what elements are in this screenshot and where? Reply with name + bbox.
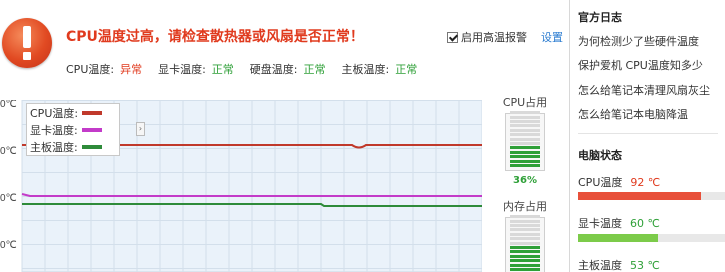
pc-gpu-bar-fill: [578, 234, 658, 242]
cpu-status-label: CPU温度:: [66, 63, 115, 76]
memory-usage-meter: [505, 215, 545, 272]
pc-cpu-bar-fill: [578, 192, 701, 200]
pc-cpu-value: 92 ℃: [630, 176, 661, 189]
main-panel: CPU温度过高，请检查散热器或风扇是否正常！ 启用高温报警 设置 CPU温度: …: [0, 0, 569, 272]
gauge-segment: [510, 250, 540, 254]
gauge-segment: [510, 246, 540, 249]
pc-board-label: 主板温度: [578, 259, 622, 272]
chart-legend: CPU温度: 显卡温度: 主板温度: ›: [26, 103, 145, 156]
gauge-segment: [510, 150, 540, 154]
cpu-status-value: 异常: [120, 63, 143, 76]
log-link-4[interactable]: 怎么给笔记本电脑降温: [578, 106, 688, 122]
pc-gpu-row: 显卡温度 60 ℃: [578, 215, 660, 231]
gauge-segment: [510, 241, 540, 245]
disk-status-value: 正常: [303, 63, 326, 76]
high-temp-alarm-toggle[interactable]: 启用高温报警: [447, 29, 527, 45]
gauge-segment: [510, 155, 540, 159]
cpu-usage-meter: [505, 111, 545, 171]
legend-board-swatch: [81, 144, 102, 149]
legend-gpu-label: 显卡温度:: [30, 123, 78, 137]
pc-gpu-bar: [578, 234, 725, 242]
legend-cpu: CPU温度:: [27, 104, 119, 121]
legend-board: 主板温度:: [27, 138, 119, 155]
pc-cpu-row: CPU温度 92 ℃: [578, 174, 660, 190]
cpu-usage-gauge: CPU占用 36%: [488, 94, 562, 196]
cpu-usage-percent: 36%: [513, 175, 537, 186]
alarm-checkbox[interactable]: [447, 31, 458, 43]
y-tick-label: 0℃: [0, 100, 17, 110]
settings-link[interactable]: 设置: [541, 29, 563, 45]
gauge-segment: [510, 142, 540, 145]
gauge-segment: [510, 164, 540, 167]
gauge-segment: [510, 219, 540, 223]
legend-cpu-swatch: [82, 110, 103, 115]
gauge-segment: [510, 115, 540, 119]
gauge-segment: [510, 237, 540, 241]
gauge-segment: [510, 215, 540, 219]
gauge-segment: [510, 137, 540, 141]
legend-board-label: 主板温度:: [30, 140, 78, 154]
alarm-label: 启用高温报警: [461, 31, 527, 44]
pc-board-value: 53 ℃: [630, 259, 660, 272]
pc-gpu-value: 60 ℃: [630, 217, 660, 230]
board-status-value: 正常: [395, 63, 418, 76]
gauge-segment: [510, 259, 540, 263]
legend-collapse-icon[interactable]: ›: [136, 122, 145, 136]
memory-usage-gauge: 内存占用: [488, 196, 562, 272]
gauge-segment: [510, 232, 540, 236]
gauge-segment: [510, 228, 540, 232]
gauge-segment: [510, 224, 540, 227]
gpu-status-value: 正常: [211, 63, 234, 76]
pc-cpu-label: CPU温度: [578, 176, 623, 189]
pc-gpu-label: 显卡温度: [578, 217, 622, 230]
legend-gpu-swatch: [81, 127, 102, 132]
gauge-segment: [510, 111, 540, 115]
alert-headline: CPU温度过高，请检查散热器或风扇是否正常！: [66, 29, 364, 45]
cpu-usage-title: CPU占用: [502, 96, 548, 109]
sidebar-divider: [578, 133, 718, 134]
log-title: 官方日志: [578, 11, 622, 24]
gauge-segment: [510, 159, 540, 163]
legend-cpu-label: CPU温度:: [30, 106, 79, 120]
log-link-1[interactable]: 为何检测少了些硬件温度: [578, 33, 699, 49]
y-tick-label: 0℃: [0, 240, 17, 251]
pc-status-title: 电脑状态: [578, 149, 622, 162]
gauge-segment: [510, 254, 540, 258]
gauge-segment: [510, 128, 540, 132]
status-row: CPU温度: 异常 显卡温度: 正常 硬盘温度: 正常 主板温度: 正常: [66, 61, 433, 77]
gauge-segment: [510, 133, 540, 137]
memory-usage-title: 内存占用: [503, 200, 547, 213]
pc-board-row: 主板温度 53 ℃: [578, 257, 660, 272]
gauge-segment: [510, 268, 540, 271]
gpu-status-label: 显卡温度:: [158, 63, 206, 76]
log-link-3[interactable]: 怎么给笔记本清理风扇灰尘: [578, 82, 710, 98]
pc-cpu-bar: [578, 192, 725, 200]
sidebar: 官方日志 为何检测少了些硬件温度 保护爱机 CPU温度知多少 怎么给笔记本清理风…: [569, 0, 725, 272]
gauge-segment: [510, 124, 540, 128]
y-tick-label: 0℃: [0, 193, 17, 204]
warning-icon: [2, 18, 52, 68]
disk-status-label: 硬盘温度:: [249, 63, 298, 76]
log-link-2[interactable]: 保护爱机 CPU温度知多少: [578, 57, 703, 73]
legend-gpu: 显卡温度:: [27, 121, 119, 138]
board-status-label: 主板温度:: [341, 63, 390, 76]
gauge-segment: [510, 146, 540, 150]
gauge-segment: [510, 263, 540, 267]
y-tick-label: 0℃: [0, 146, 17, 157]
gauge-segment: [510, 120, 540, 123]
